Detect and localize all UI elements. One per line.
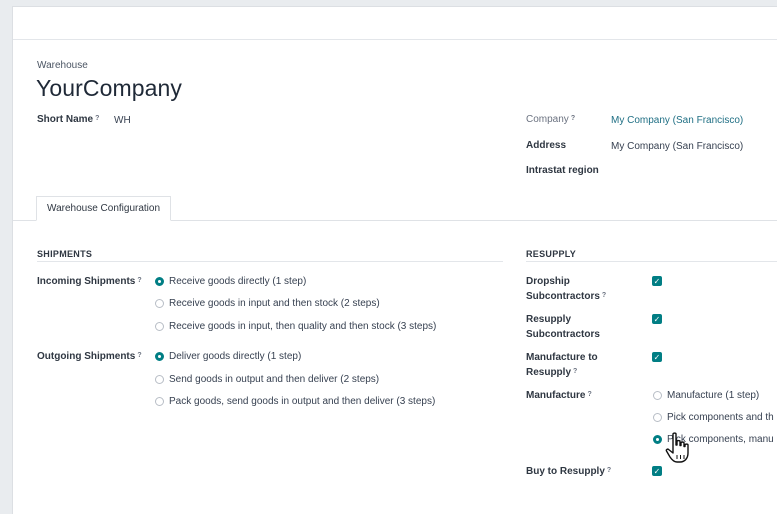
help-icon[interactable]: ? [137, 277, 141, 284]
help-icon[interactable]: ? [573, 368, 577, 375]
help-icon[interactable]: ? [602, 292, 606, 299]
manufacture-option-1-label[interactable]: Manufacture (1 step) [667, 390, 759, 401]
buy-to-resupply-checkbox[interactable]: ✓ [652, 466, 662, 476]
warehouse-name-field[interactable]: YourCompany [36, 75, 182, 102]
incoming-option-2-label[interactable]: Receive goods in input and then stock (2… [169, 298, 380, 309]
resupply-subcontractors-checkbox[interactable]: ✓ [652, 314, 662, 324]
incoming-option-3-label[interactable]: Receive goods in input, then quality and… [169, 321, 436, 332]
shipments-divider [37, 261, 503, 262]
resupply-subcontractors-label-line2: Subcontractors [526, 329, 600, 340]
buy-to-resupply-label: Buy to Resupply? [526, 466, 612, 477]
company-field[interactable]: My Company (San Francisco) [611, 115, 743, 126]
address-label: Address [526, 140, 567, 151]
address-field[interactable]: My Company (San Francisco) [611, 141, 743, 152]
company-label: Company? [526, 114, 576, 125]
control-panel [13, 7, 777, 40]
outgoing-option-1-radio[interactable] [155, 352, 164, 361]
help-icon[interactable]: ? [95, 115, 99, 122]
manufacture-option-2-label[interactable]: Pick components and th [667, 412, 774, 423]
dropship-subcontractors-checkbox[interactable]: ✓ [652, 276, 662, 286]
outgoing-option-3-label[interactable]: Pack goods, send goods in output and the… [169, 396, 435, 407]
manufacture-to-resupply-checkbox[interactable]: ✓ [652, 352, 662, 362]
manufacture-option-3-radio[interactable] [653, 435, 662, 444]
manufacture-to-resupply-label-line1: Manufacture to [526, 352, 598, 363]
outgoing-option-2-label[interactable]: Send goods in output and then deliver (2… [169, 374, 379, 385]
outgoing-option-1-label[interactable]: Deliver goods directly (1 step) [169, 351, 301, 362]
incoming-shipments-label: Incoming Shipments? [37, 276, 142, 287]
manufacture-option-1-radio[interactable] [653, 391, 662, 400]
outgoing-shipments-label: Outgoing Shipments? [37, 351, 142, 362]
help-icon[interactable]: ? [137, 352, 141, 359]
hand-pointer-icon [665, 432, 689, 463]
incoming-option-2-radio[interactable] [155, 299, 164, 308]
manufacture-option-2-radio[interactable] [653, 413, 662, 422]
tab-warehouse-configuration[interactable]: Warehouse Configuration [36, 196, 172, 221]
help-icon[interactable]: ? [607, 467, 611, 474]
resupply-heading: RESUPPLY [526, 249, 577, 259]
resupply-divider [526, 261, 777, 262]
record-type-label: Warehouse [37, 60, 88, 71]
incoming-option-1-radio[interactable] [155, 277, 164, 286]
manufacture-to-resupply-label-line2: Resupply? [526, 367, 578, 378]
incoming-option-3-radio[interactable] [155, 322, 164, 331]
intrastat-region-label: Intrastat region [526, 165, 599, 176]
help-icon[interactable]: ? [587, 391, 591, 398]
short-name-label: Short Name? [37, 114, 100, 125]
outgoing-option-3-radio[interactable] [155, 397, 164, 406]
outgoing-option-2-radio[interactable] [155, 375, 164, 384]
manufacture-label: Manufacture? [526, 390, 592, 401]
shipments-heading: SHIPMENTS [37, 249, 93, 259]
form-sheet: Warehouse YourCompany Short Name? WH Com… [12, 6, 777, 514]
dropship-subcontractors-label-line1: Dropship [526, 276, 570, 287]
resupply-subcontractors-label-line1: Resupply [526, 314, 572, 325]
incoming-option-1-label[interactable]: Receive goods directly (1 step) [169, 276, 306, 287]
help-icon[interactable]: ? [571, 115, 575, 122]
dropship-subcontractors-label-line2: Subcontractors? [526, 291, 607, 302]
short-name-field[interactable]: WH [114, 115, 131, 126]
